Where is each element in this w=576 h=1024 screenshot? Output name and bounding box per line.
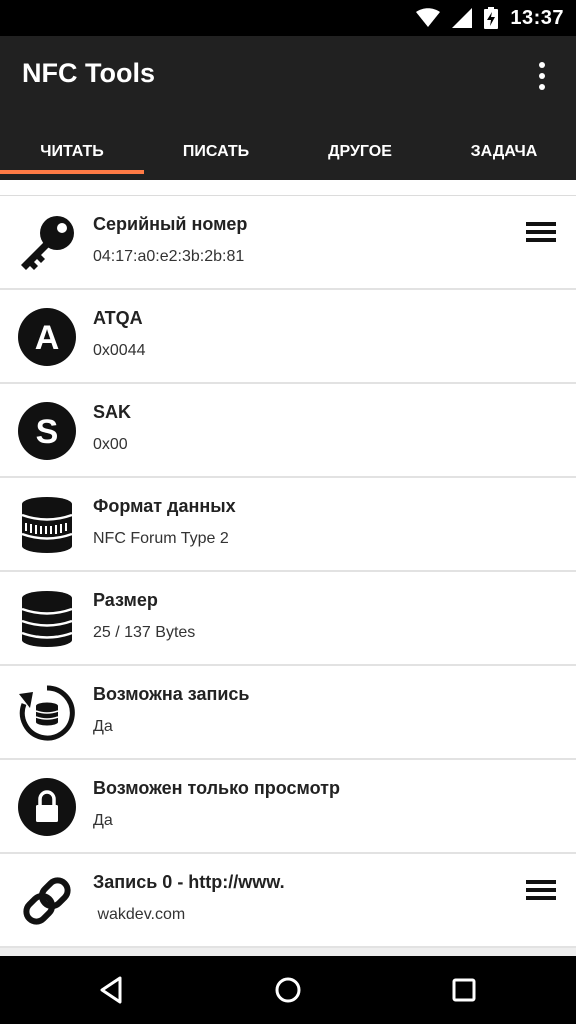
list-top-strip [0,180,576,196]
recents-icon[interactable] [448,974,480,1006]
item-value: Да [93,718,113,735]
cell-signal-icon [452,8,473,28]
item-value: wakdev.com [93,906,186,923]
item-title: Формат данных [93,496,236,516]
list-item-size[interactable]: Размер 25 / 137 Bytes [0,572,576,666]
status-bar: 13:37 [0,0,576,36]
list-item-data-format[interactable]: Формат данных NFC Forum Type 2 [0,478,576,572]
tab-task[interactable]: ЗАДАЧА [432,124,576,180]
item-title: SAK [93,402,132,422]
link-icon [23,877,71,925]
item-title: Возможен только просмотр [93,778,340,798]
tab-write-label: ПИСАТЬ [182,143,250,160]
lock-icon [18,778,76,836]
database-icon [21,591,73,647]
item-value: NFC Forum Type 2 [93,530,229,547]
svg-text:A: A [35,319,60,357]
item-title: Размер [93,590,158,610]
item-title: Возможна запись [93,684,250,704]
database-rewrite-icon [19,685,75,741]
item-title: Запись 0 - http://www. [93,872,285,892]
tab-read[interactable]: ЧИТАТЬ [0,124,144,180]
item-value: 04:17:a0:e2:3b:2b:81 [93,248,245,265]
tab-task-label: ЗАДАЧА [470,143,538,160]
app-bar: NFC Tools ЧИТАТЬ ПИСАТЬ ДРУГОЕ ЗАДАЧА [0,36,576,180]
item-value: 0x00 [93,436,128,453]
item-value: Да [93,812,113,829]
tab-bar: ЧИТАТЬ ПИСАТЬ ДРУГОЕ ЗАДАЧА [0,124,576,180]
svg-text:S: S [36,413,59,451]
tab-other[interactable]: ДРУГОЕ [288,124,432,180]
list-item-read-only[interactable]: Возможен только просмотр Да [0,760,576,854]
home-icon[interactable] [272,974,304,1006]
database-format-icon [21,497,73,553]
list-item-atqa[interactable]: A ATQA 0x0044 [0,290,576,384]
item-title: Серийный номер [93,214,248,234]
letter-s-icon: S [18,402,76,460]
back-icon[interactable] [96,974,128,1006]
list-item-serial-number[interactable]: Серийный номер 04:17:a0:e2:3b:2b:81 [0,196,576,290]
list-item-record-0[interactable]: Запись 0 - http://www. wakdev.com [0,854,576,948]
key-icon [21,216,74,270]
tab-other-label: ДРУГОЕ [328,143,392,160]
item-value: 0x0044 [93,342,146,359]
letter-a-icon: A [18,308,76,366]
more-vertical-icon[interactable] [528,60,556,92]
battery-charging-icon [484,7,499,29]
tab-write[interactable]: ПИСАТЬ [144,124,288,180]
status-icons: 13:37 [416,0,564,36]
menu-icon[interactable] [526,878,556,902]
list-item-writable[interactable]: Возможна запись Да [0,666,576,760]
list-item-sak[interactable]: S SAK 0x00 [0,384,576,478]
status-time: 13:37 [510,6,564,29]
wifi-icon [416,8,441,27]
item-value: 25 / 137 Bytes [93,624,196,641]
tag-info-list: Серийный номер 04:17:a0:e2:3b:2b:81 A AT… [0,180,576,956]
menu-icon[interactable] [526,220,556,244]
item-title: ATQA [93,308,143,328]
app-title: NFC Tools [22,58,155,88]
tab-read-label: ЧИТАТЬ [40,143,104,160]
system-nav-bar [0,956,576,1024]
